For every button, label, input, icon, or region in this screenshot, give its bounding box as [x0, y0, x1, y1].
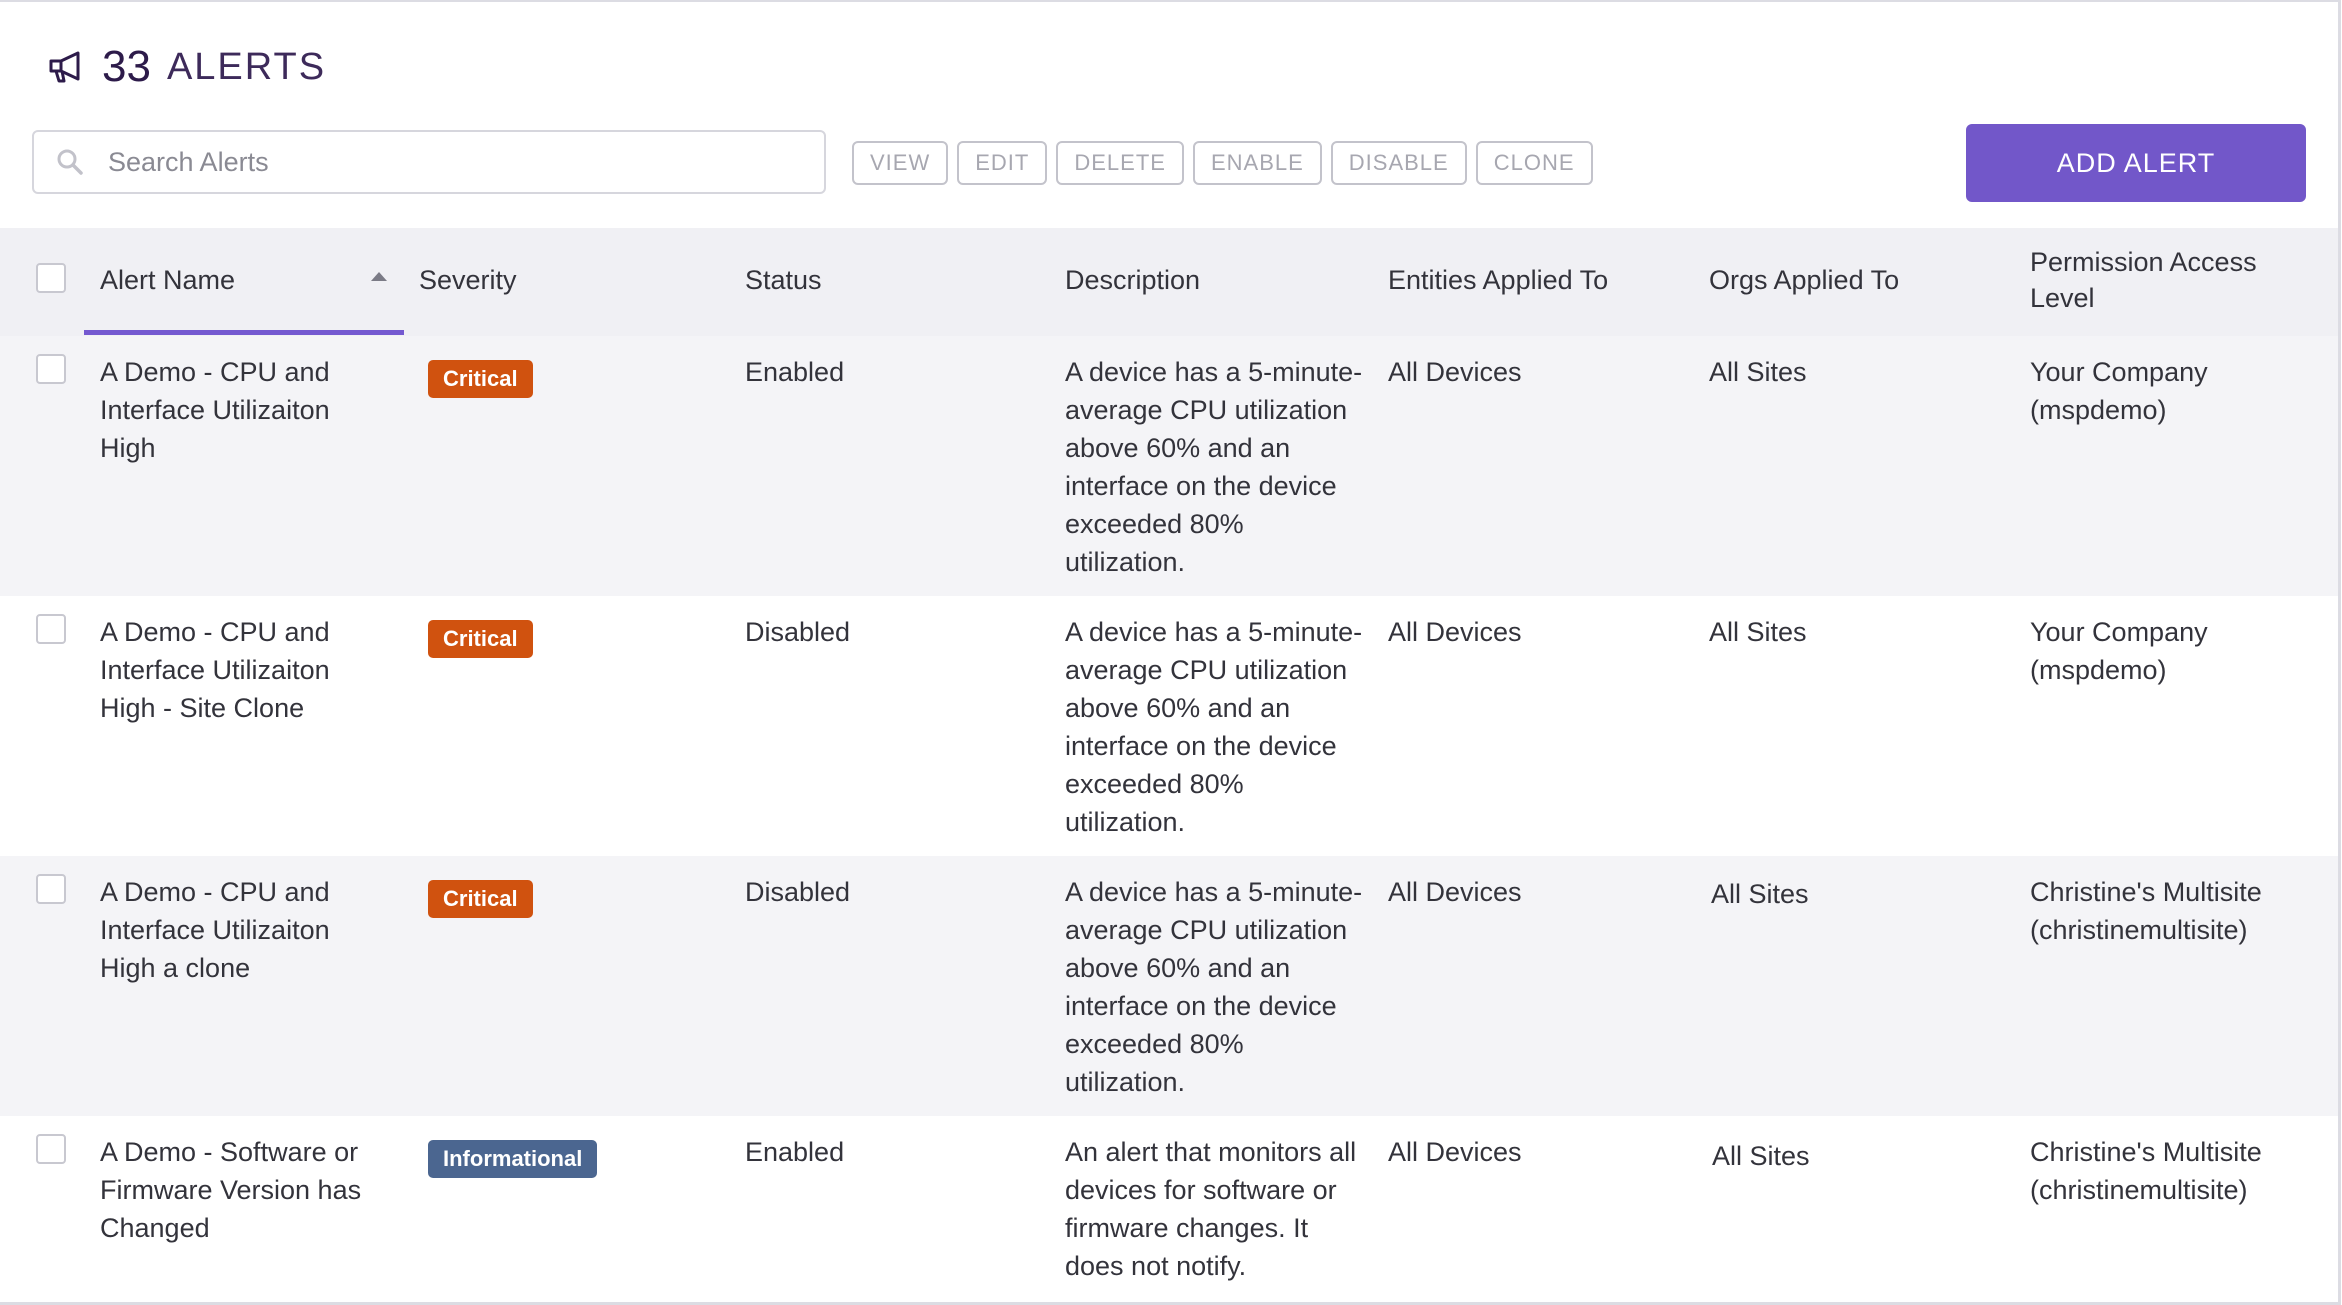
description-text: An alert that monitors all devices for s… [1065, 1137, 1357, 1281]
clone-button[interactable]: CLONE [1475, 141, 1593, 185]
description-text: A device has a 5-minute-average CPU util… [1065, 357, 1363, 577]
severity-badge: Informational [428, 1140, 598, 1178]
column-header-description[interactable]: Description [1065, 262, 1200, 298]
row-checkbox[interactable] [36, 354, 66, 384]
page-title: ALERTS [166, 45, 327, 88]
alert-name[interactable]: A Demo - CPU and Interface Utilizaiton H… [100, 873, 390, 987]
table-row[interactable]: A Demo - CPU and Interface Utilizaiton H… [0, 856, 2338, 1116]
status-text: Enabled [745, 357, 845, 387]
description-text: A device has a 5-minute-average CPU util… [1065, 877, 1363, 1097]
permission-text: Your Company (mspdemo) [2030, 357, 2208, 425]
row-checkbox[interactable] [36, 614, 66, 644]
permission-text: Christine's Multisite (christinemultisit… [2030, 1137, 2262, 1205]
orgs-text: All Sites [1712, 1141, 1810, 1171]
column-header-alert-name[interactable]: Alert Name [100, 262, 235, 298]
table-row[interactable]: A Demo - CPU and Interface Utilizaiton H… [0, 336, 2338, 596]
view-button[interactable]: VIEW [852, 141, 949, 185]
orgs-text: All Sites [1709, 357, 1807, 387]
column-header-entities[interactable]: Entities Applied To [1388, 262, 1608, 298]
edit-button[interactable]: EDIT [957, 141, 1048, 185]
sort-ascending-icon[interactable] [371, 272, 387, 281]
search-box[interactable] [32, 130, 826, 194]
severity-badge: Critical [428, 360, 533, 398]
entities-text: All Devices [1388, 617, 1522, 647]
action-toolbar: VIEW EDIT DELETE ENABLE DISABLE CLONE [852, 141, 1593, 185]
megaphone-icon [48, 47, 88, 87]
column-header-status[interactable]: Status [745, 262, 822, 298]
alert-name[interactable]: A Demo - CPU and Interface Utilizaiton H… [100, 353, 390, 467]
select-all-checkbox[interactable] [36, 263, 66, 293]
entities-text: All Devices [1388, 357, 1522, 387]
orgs-text: All Sites [1711, 879, 1809, 909]
active-sort-indicator [84, 330, 404, 335]
row-checkbox[interactable] [36, 1134, 66, 1164]
search-input[interactable] [106, 145, 750, 179]
add-alert-button[interactable]: ADD ALERT [1966, 124, 2306, 202]
delete-button[interactable]: DELETE [1056, 141, 1184, 185]
status-text: Disabled [745, 617, 851, 647]
table-row[interactable]: A Demo - CPU and Interface Utilizaiton H… [0, 596, 2338, 856]
table-row[interactable]: A Demo - Software or Firmware Version ha… [0, 1116, 2338, 1298]
search-icon [56, 148, 84, 176]
orgs-text: All Sites [1709, 617, 1807, 647]
status-text: Disabled [745, 877, 851, 907]
severity-badge: Critical [428, 880, 533, 918]
severity-badge: Critical [428, 620, 533, 658]
page-header: 33 ALERTS [48, 42, 326, 92]
column-header-permission[interactable]: Permission Access Level [2030, 244, 2290, 316]
permission-text: Christine's Multisite (christinemultisit… [2030, 877, 2262, 945]
alert-count: 33 [102, 42, 151, 91]
entities-text: All Devices [1388, 877, 1522, 907]
description-text: A device has a 5-minute-average CPU util… [1065, 617, 1363, 837]
enable-button[interactable]: ENABLE [1192, 141, 1322, 185]
permission-text: Your Company (mspdemo) [2030, 617, 2208, 685]
row-checkbox[interactable] [36, 874, 66, 904]
column-header-severity[interactable]: Severity [419, 262, 517, 298]
alert-name[interactable]: A Demo - Software or Firmware Version ha… [100, 1133, 390, 1247]
disable-button[interactable]: DISABLE [1330, 141, 1467, 185]
alert-name[interactable]: A Demo - CPU and Interface Utilizaiton H… [100, 613, 390, 727]
entities-text: All Devices [1388, 1137, 1522, 1167]
status-text: Enabled [745, 1137, 845, 1167]
column-header-orgs[interactable]: Orgs Applied To [1709, 262, 1899, 298]
